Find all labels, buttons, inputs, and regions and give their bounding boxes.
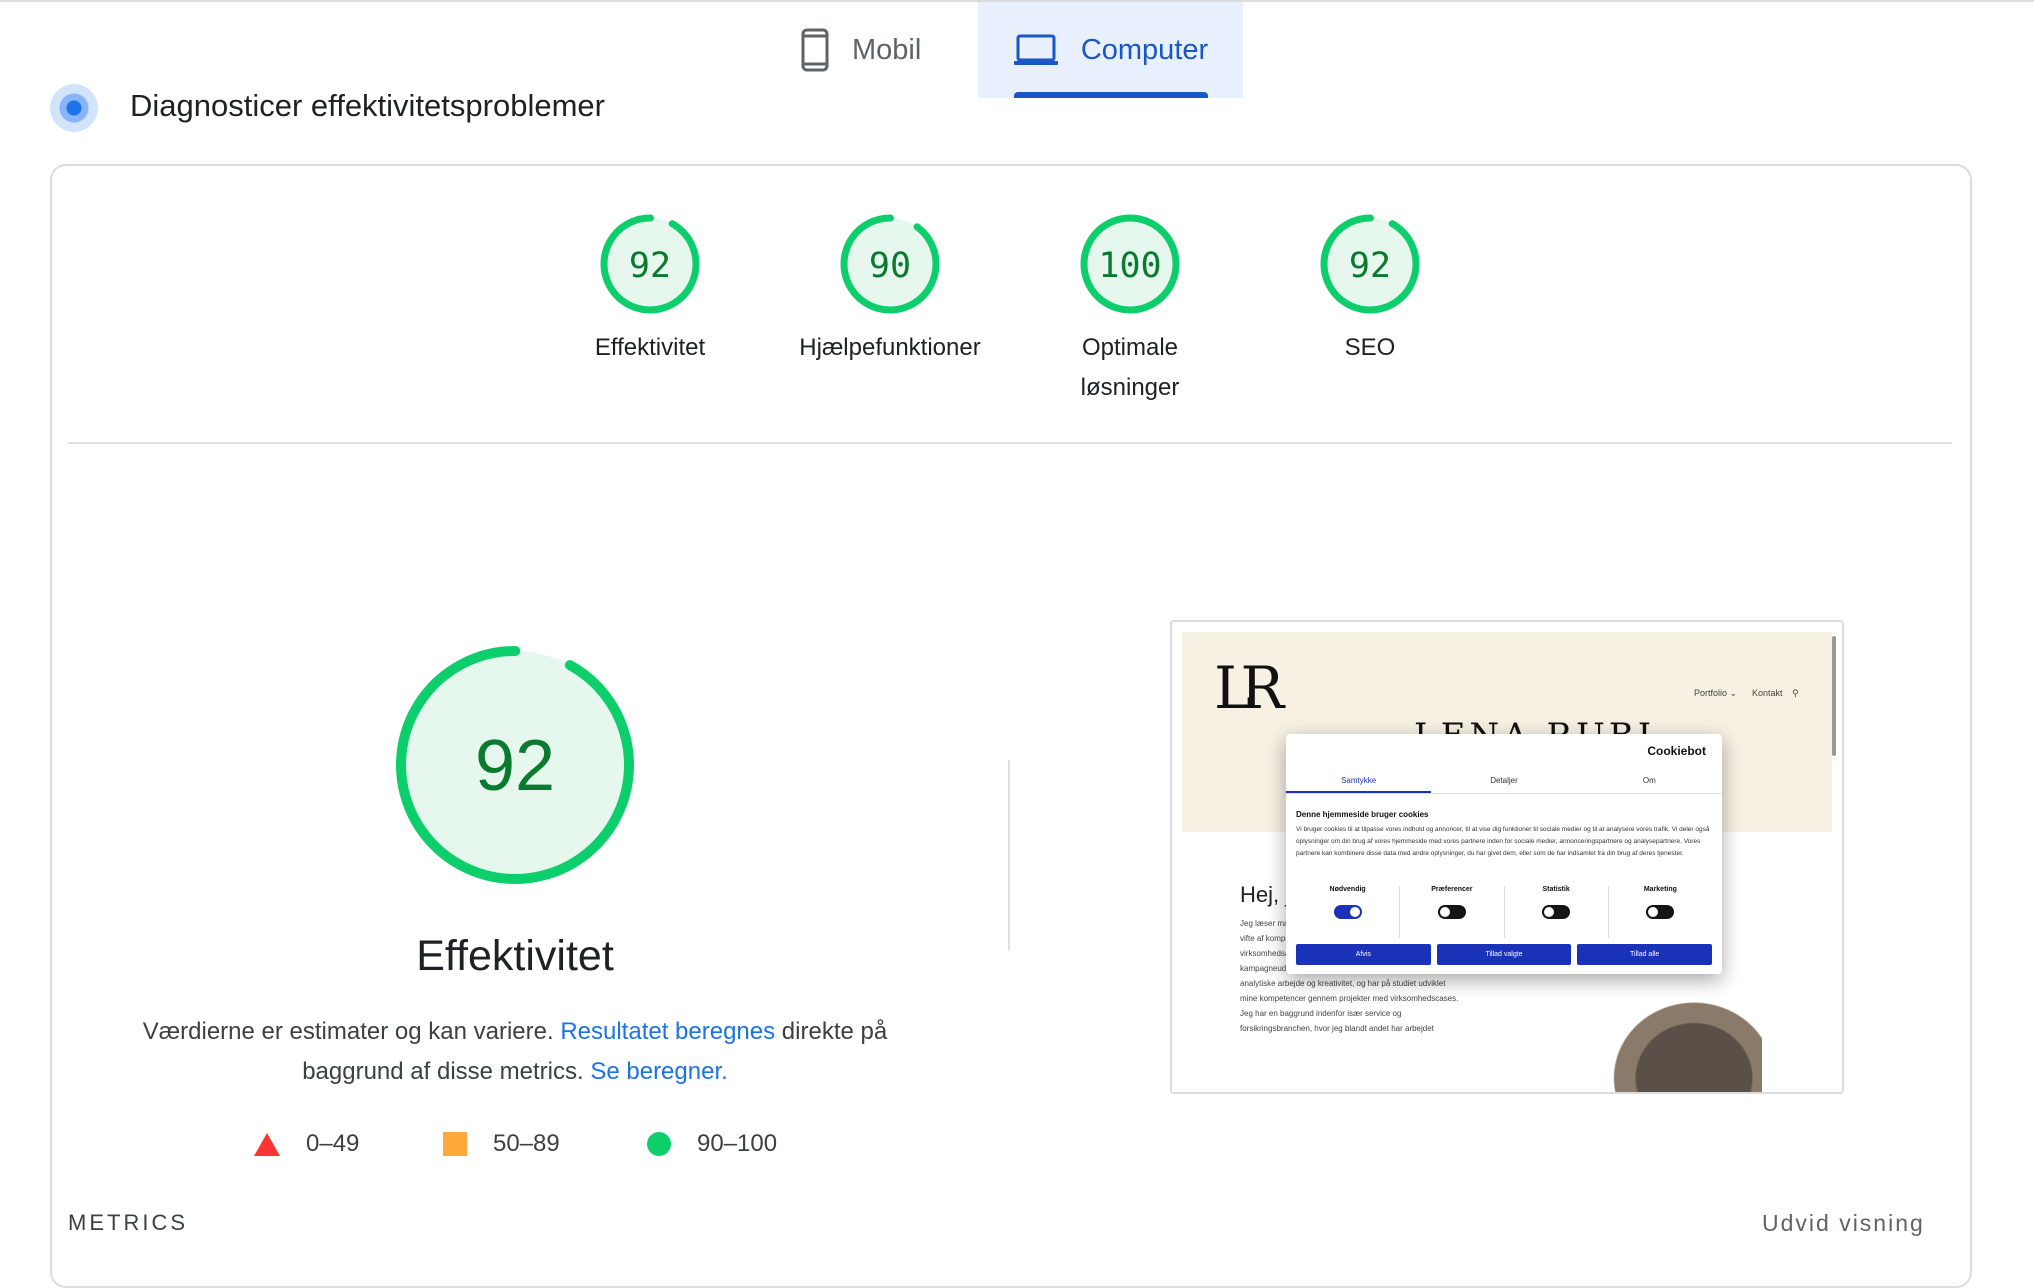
cookie-toggle: Præferencer xyxy=(1400,886,1505,938)
square-icon xyxy=(443,1132,467,1156)
legend-average: 50–89 xyxy=(443,1130,560,1158)
circle-icon xyxy=(647,1132,671,1156)
score-label: Optimale løsninger xyxy=(1080,334,1180,401)
search-icon: ⚲ xyxy=(1792,688,1799,698)
laptop-icon xyxy=(1013,34,1058,65)
toggle-switch xyxy=(1646,905,1675,919)
score-effektivitet[interactable]: 92 Effektivitet xyxy=(550,212,750,368)
cookie-button: Afvis xyxy=(1296,944,1431,965)
legend-range: 0–49 xyxy=(306,1130,360,1157)
thumbnail-nav-contact: Kontakt xyxy=(1752,688,1783,698)
cookie-toggle: Marketing xyxy=(1609,886,1712,938)
legend-fail: 0–49 xyxy=(254,1130,359,1158)
toggle-switch xyxy=(1437,905,1466,919)
cookie-toggle-label: Statistik xyxy=(1542,886,1570,893)
tab-mobile-label: Mobil xyxy=(852,33,922,66)
score-value: 90 xyxy=(869,246,911,286)
cookie-text: Vi bruger cookies til at tilpasse vores … xyxy=(1296,826,1710,857)
score-hjaelpefunktioner[interactable]: 90 Hjælpefunktioner xyxy=(790,212,990,368)
cookie-consent-dialog: Cookiebot Samtykke Detaljer Om Denne hje… xyxy=(1286,734,1722,974)
section-title: Diagnosticer effektivitetsproblemer xyxy=(130,88,605,123)
score-label: Hjælpefunktioner xyxy=(799,334,981,361)
cookie-toggle-label: Præferencer xyxy=(1431,886,1473,893)
cookie-tab: Detaljer xyxy=(1490,776,1518,785)
legend-range: 50–89 xyxy=(493,1130,560,1157)
site-logo: LR xyxy=(1214,654,1284,722)
smartphone-icon xyxy=(801,28,829,72)
cookie-tab: Om xyxy=(1642,776,1656,785)
main-score-value: 92 xyxy=(475,726,555,806)
tab-computer[interactable]: Computer xyxy=(978,2,1243,98)
tab-mobile[interactable]: Mobil xyxy=(800,2,970,98)
score-gauge: 92 xyxy=(1320,214,1420,314)
score-optimale-losninger[interactable]: 100 Optimale løsninger xyxy=(1030,212,1230,408)
cookie-button: Tillad valgte xyxy=(1436,944,1572,965)
cookie-tab: Samtykke xyxy=(1286,770,1432,793)
score-label: Effektivitet xyxy=(594,334,706,361)
score-gauge: 92 xyxy=(600,214,700,314)
cookie-toggle: Nødvendig xyxy=(1296,886,1401,938)
cookie-button: Tillad alle xyxy=(1577,944,1713,965)
score-seo[interactable]: 92 SEO xyxy=(1270,212,1470,368)
cookie-tabs: Samtykke Detaljer Om xyxy=(1286,770,1722,794)
main-score-gauge: 92 xyxy=(396,646,634,884)
legend-pass: 90–100 xyxy=(647,1130,777,1158)
score-value: 92 xyxy=(629,246,671,286)
score-label: SEO xyxy=(1344,334,1396,361)
calculator-link[interactable]: Se beregner. xyxy=(590,1058,727,1085)
score-description: Værdierne er estimater og kan variere. R… xyxy=(110,1012,920,1092)
toggle-switch xyxy=(1333,905,1362,919)
portrait-image xyxy=(1592,982,1762,1092)
score-value: 100 xyxy=(1098,246,1161,286)
cookie-toggles: Nødvendig Præferencer Statistik Marketin… xyxy=(1296,886,1712,938)
calculation-link[interactable]: Resultatet beregnes xyxy=(560,1018,775,1045)
cookie-toggle: Statistik xyxy=(1505,886,1609,938)
legend-range: 90–100 xyxy=(697,1130,778,1157)
cookie-toggle-label: Nødvendig xyxy=(1329,886,1366,893)
cookie-toggle-label: Marketing xyxy=(1643,886,1677,893)
description-text: Værdierne er estimater og kan variere. xyxy=(142,1018,561,1045)
thumbnail-nav-portfolio: Portfolio ⌄ xyxy=(1694,688,1738,698)
score-gauge: 90 xyxy=(840,214,940,314)
cookie-buttons: Afvis Tillad valgte Tillad alle xyxy=(1296,944,1713,965)
score-value: 92 xyxy=(1349,246,1391,286)
score-gauge: 100 xyxy=(1080,214,1180,314)
tab-computer-label: Computer xyxy=(1080,33,1209,66)
toggle-switch xyxy=(1542,905,1571,919)
thumbnail-scrollbar xyxy=(1832,636,1836,756)
cookie-heading: Denne hjemmeside bruger cookies xyxy=(1296,810,1429,819)
tab-selected-indicator xyxy=(1014,92,1208,98)
vertical-divider xyxy=(1008,760,1010,950)
performance-pulse-icon xyxy=(50,84,98,132)
page-screenshot-thumbnail: LR Portfolio ⌄ Kontakt ⚲ LENA RUBI Hej, … xyxy=(1170,620,1844,1094)
expand-view-button[interactable]: Udvid visning xyxy=(1762,1210,1925,1237)
main-score-title: Effektivitet xyxy=(416,932,614,980)
divider xyxy=(68,442,1952,444)
metrics-heading: METRICS xyxy=(68,1210,188,1235)
triangle-icon xyxy=(254,1132,280,1156)
cookiebot-logo: Cookiebot xyxy=(1647,744,1706,758)
